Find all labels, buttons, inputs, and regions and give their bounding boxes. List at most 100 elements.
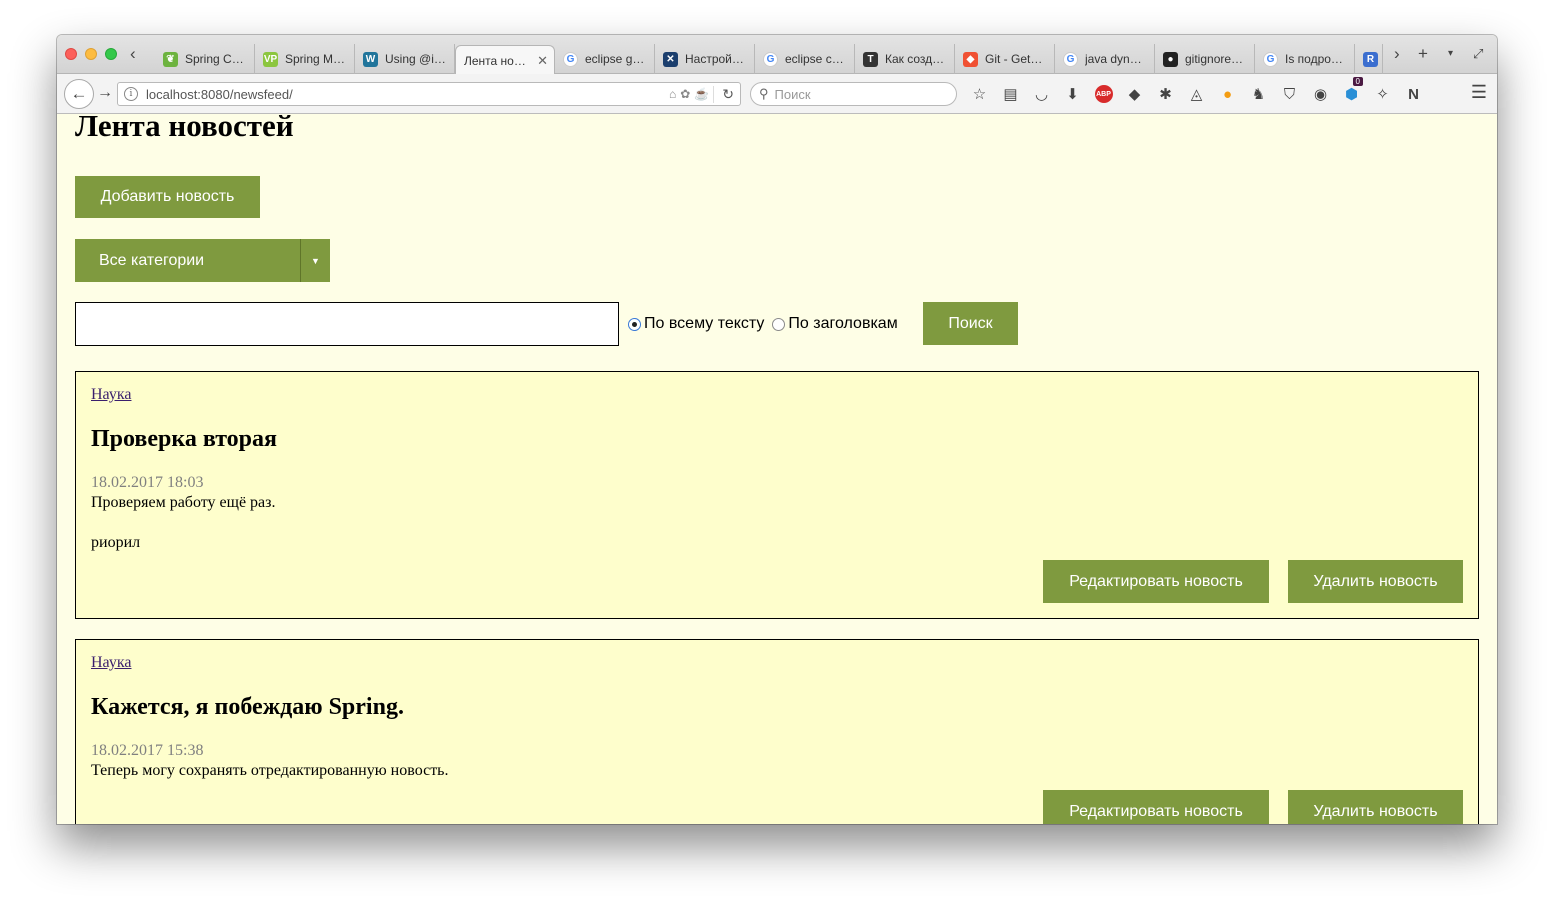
back-button[interactable]: ←	[64, 79, 94, 109]
site-info-icon[interactable]: i	[124, 87, 138, 101]
tabs-scroll-left-icon[interactable]: ‹	[130, 45, 136, 63]
add-news-button[interactable]: Добавить новость	[75, 176, 260, 218]
news-card: Наука Проверка вторая 18.02.2017 18:03 П…	[75, 371, 1479, 619]
search-mode-radio-group: По всему тексту По заголовкам	[628, 315, 906, 333]
tab-list-dropdown-icon[interactable]: ▾	[1448, 45, 1453, 63]
browser-tab[interactable]: T Как созд…	[855, 44, 955, 74]
category-select-label[interactable]: Все категории	[75, 239, 301, 282]
news-date: 18.02.2017 15:38	[91, 742, 204, 759]
edit-news-button[interactable]: Редактировать новость	[1043, 560, 1269, 603]
extension-shield-icon[interactable]: ⛉	[1274, 83, 1305, 105]
google-icon: G	[1263, 51, 1278, 67]
tab-strip: ‹ ❦ Spring C… VP Spring M… W Using @i… Лента н…	[57, 35, 1497, 75]
browser-tab[interactable]: Geclipse g…	[555, 44, 655, 74]
reading-list-icon[interactable]: ▤	[995, 83, 1026, 105]
close-tab-icon[interactable]: ✕	[537, 53, 548, 69]
extension-n-icon[interactable]: N	[1398, 83, 1429, 105]
browser-tab[interactable]: ❦ Spring C…	[155, 44, 255, 74]
browser-tab[interactable]: Geclipse c…	[755, 44, 855, 74]
reload-icon[interactable]: ↻	[713, 85, 734, 103]
news-body-paragraph: Теперь могу сохранять отредактированную …	[91, 762, 449, 779]
bookmark-star-icon[interactable]: ☆	[964, 83, 995, 105]
news-category-link[interactable]: Наука	[91, 386, 131, 404]
extension-badge-icon[interactable]: ⬢ 0	[1336, 77, 1367, 105]
news-body: Проверяем работу ещё раз. риорил	[91, 493, 275, 573]
browser-tab[interactable]: Лента но… ✕	[455, 45, 555, 75]
page-content: Лента новостей Добавить новость Все кате…	[57, 115, 1497, 824]
browser-tab[interactable]: Gjava dyn…	[1055, 44, 1155, 74]
google-icon: G	[763, 51, 778, 67]
category-select[interactable]: Все категории ▼	[75, 239, 330, 282]
news-category-link[interactable]: Наука	[91, 654, 131, 672]
extension-diamond-icon[interactable]: ◆	[1119, 83, 1150, 105]
delete-news-button[interactable]: Удалить новость	[1288, 560, 1463, 603]
git-icon: ◆	[963, 51, 978, 67]
xcode-icon: ✕	[663, 51, 678, 67]
fullscreen-icon[interactable]: ⤢	[1473, 45, 1483, 63]
news-search-input[interactable]	[75, 302, 619, 346]
window-minimize-button[interactable]	[85, 48, 97, 60]
radio-full-text[interactable]	[628, 317, 641, 331]
search-icon: ⚲	[759, 86, 769, 101]
news-card: Наука Кажется, я побеждаю Spring. 18.02.…	[75, 639, 1479, 824]
news-title: Кажется, я побеждаю Spring.	[91, 694, 404, 720]
radio-full-text-label[interactable]: По всему тексту	[644, 315, 764, 333]
downloads-icon[interactable]: ⬇	[1057, 83, 1088, 105]
new-tab-icon[interactable]: +	[1418, 45, 1428, 63]
edit-news-button[interactable]: Редактировать новость	[1043, 790, 1269, 824]
toolbar-icons: ☆ ▤ ◡ ⬇ ABP ◆ ✱ ◬ ● ♞ ⛉ ◉ ⬢ 0 ✧ N	[964, 77, 1429, 105]
extension-drop-icon[interactable]: ◬	[1181, 83, 1212, 105]
news-body-paragraph: риорил	[91, 534, 141, 551]
toster-icon: T	[863, 51, 878, 67]
delete-news-button[interactable]: Удалить новость	[1288, 790, 1463, 824]
extension-circle-icon[interactable]: ◉	[1305, 83, 1336, 105]
search-bar[interactable]: ⚲ Поиск	[750, 82, 957, 106]
browser-tab[interactable]: R	[1355, 44, 1383, 74]
browser-tab-label: Настрой…	[685, 52, 744, 66]
browser-tab[interactable]: ✕ Настрой…	[655, 44, 755, 74]
extension-globe-icon[interactable]: ●	[1212, 83, 1243, 105]
url-bar-actions: ⌂ ✿ ☕ ↻	[669, 85, 740, 103]
java-icon[interactable]: ☕	[694, 87, 709, 101]
home-icon[interactable]: ⌂	[669, 87, 676, 101]
page-title: Лента новостей	[75, 115, 294, 143]
adblock-icon[interactable]: ABP	[1088, 83, 1119, 105]
extension-icon[interactable]: ✿	[680, 87, 690, 101]
google-icon: G	[1063, 51, 1078, 67]
browser-tab-label: Как созд…	[885, 52, 945, 66]
browser-tab[interactable]: ● gitignore…	[1155, 44, 1255, 74]
extension-bug-icon[interactable]: ✱	[1150, 83, 1181, 105]
extension-horse-icon[interactable]: ♞	[1243, 83, 1274, 105]
browser-tab-label: eclipse g…	[585, 52, 645, 66]
browser-tab[interactable]: VP Spring M…	[255, 44, 355, 74]
browser-tab[interactable]: G Is подро…	[1255, 44, 1355, 74]
news-body: Теперь могу сохранять отредактированную …	[91, 761, 448, 801]
extension-badge-count: 0	[1352, 77, 1363, 86]
browser-tab-label: Лента но…	[464, 53, 526, 68]
navigation-bar: ← → i localhost:8080/newsfeed/ ⌂ ✿ ☕ ↻ ⚲…	[57, 74, 1497, 114]
forward-button[interactable]: →	[97, 84, 113, 102]
browser-tab-label: Spring M…	[285, 52, 346, 66]
window-maximize-button[interactable]	[105, 48, 117, 60]
news-date: 18.02.2017 18:03	[91, 474, 204, 491]
window-close-button[interactable]	[65, 48, 77, 60]
browser-tab[interactable]: ◆ Git - Get…	[955, 44, 1055, 74]
vp-icon: VP	[263, 51, 278, 67]
url-text[interactable]: localhost:8080/newsfeed/	[146, 87, 669, 102]
browser-tab-label: eclipse c…	[785, 52, 844, 66]
radio-titles-label[interactable]: По заголовкам	[788, 315, 897, 333]
radio-titles[interactable]	[772, 317, 786, 331]
extension-puzzle-icon[interactable]: ✧	[1367, 83, 1398, 105]
browser-tab-label: Git - Get…	[985, 52, 1043, 66]
browser-tab[interactable]: W Using @i…	[355, 44, 455, 74]
url-bar[interactable]: i localhost:8080/newsfeed/ ⌂ ✿ ☕ ↻	[117, 82, 741, 106]
browser-window: ‹ ❦ Spring C… VP Spring M… W Using @i… Лента н…	[57, 35, 1497, 824]
hamburger-menu-icon[interactable]: ☰	[1471, 82, 1487, 103]
tabs-scroll-right-icon[interactable]: ›	[1394, 45, 1400, 63]
tab-list: ❦ Spring C… VP Spring M… W Using @i… Лента но……	[155, 44, 1383, 75]
pocket-icon[interactable]: ◡	[1026, 83, 1057, 105]
browser-tab-label: Spring C…	[185, 52, 244, 66]
search-button[interactable]: Поиск	[923, 302, 1018, 345]
chevron-down-icon[interactable]: ▼	[301, 239, 330, 282]
browser-tab-label: Is подро…	[1285, 52, 1343, 66]
